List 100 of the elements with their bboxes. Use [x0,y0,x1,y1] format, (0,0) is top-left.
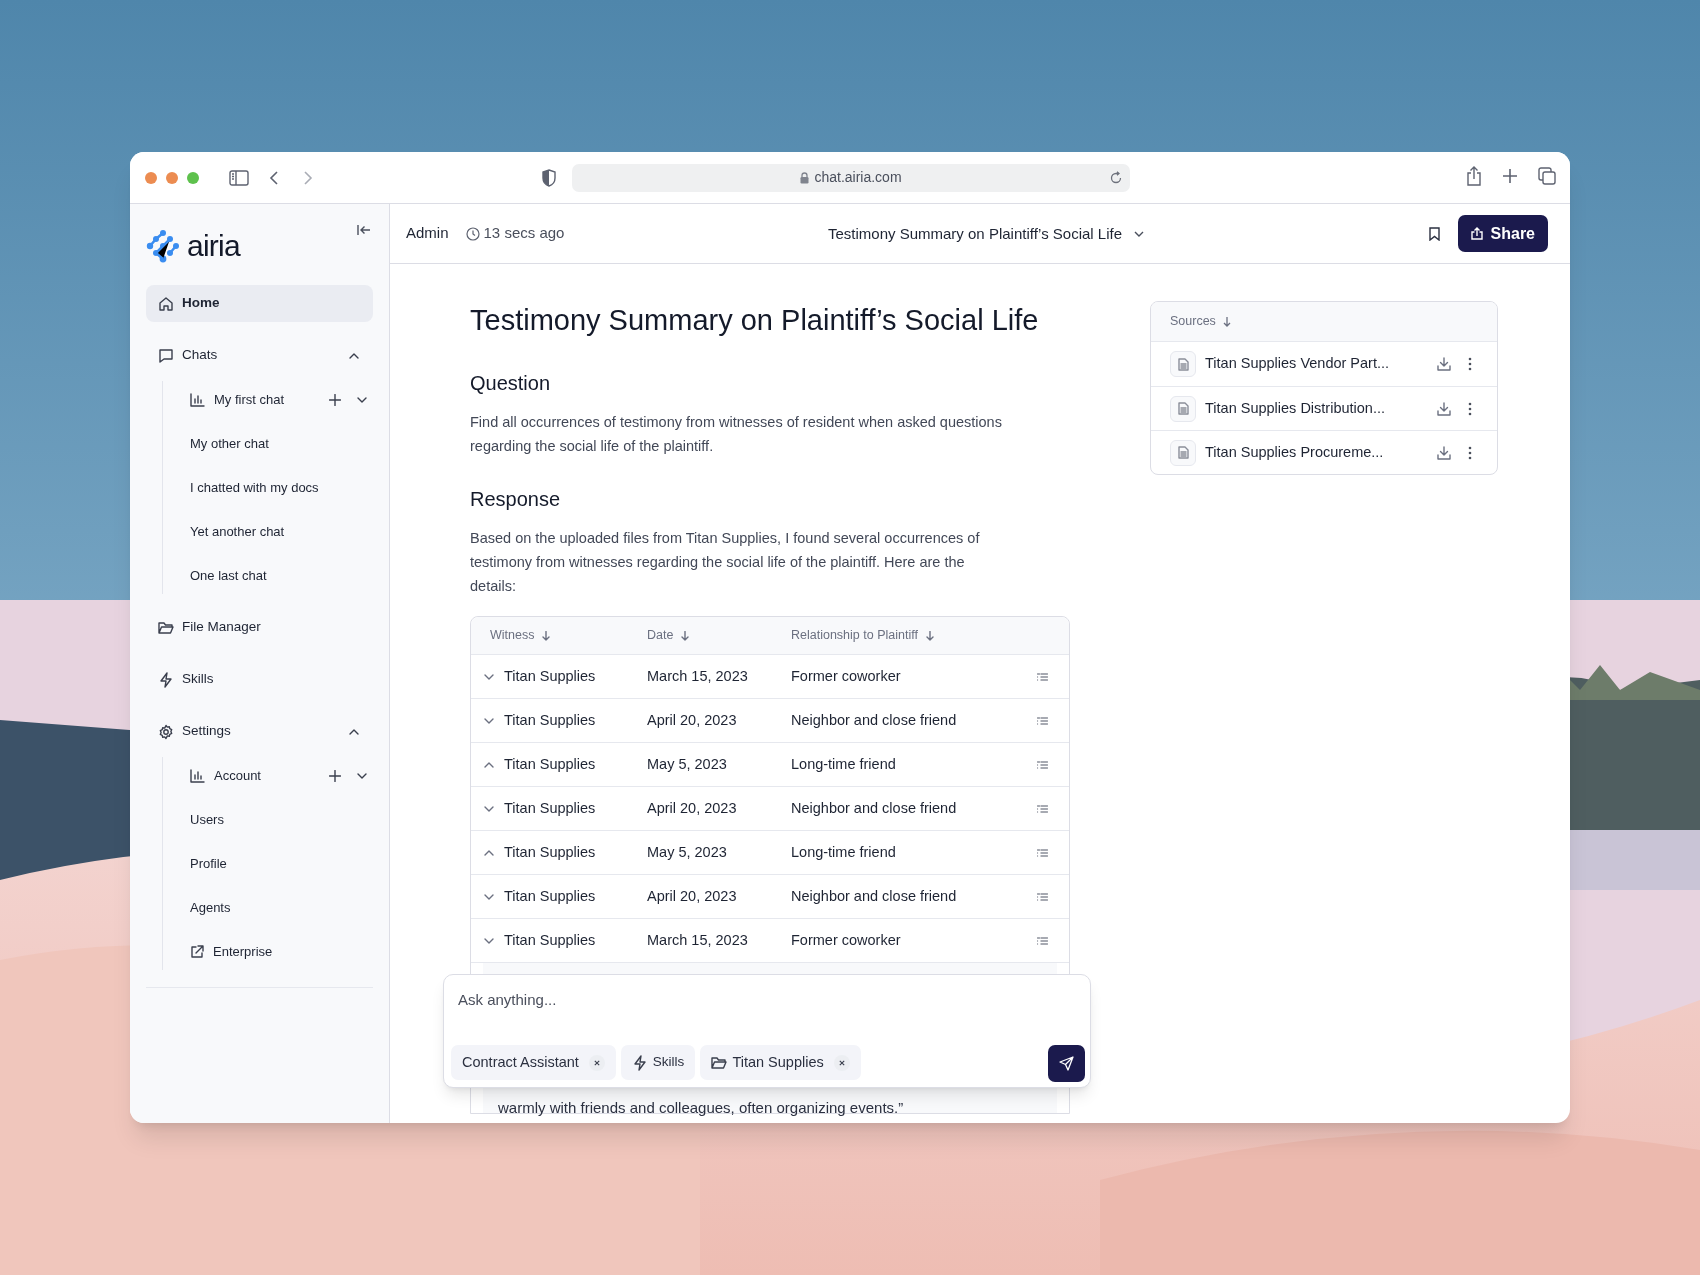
lightning-icon [158,671,174,688]
quote-text: warmly with friends and colleagues, often organizing events.” [498,1098,905,1118]
lock-icon [800,171,810,184]
plus-icon[interactable] [329,393,341,406]
share-button[interactable]: Share [1457,215,1548,252]
new-tab-icon[interactable] [1502,168,1518,184]
chevron-down-icon[interactable] [484,805,494,812]
nav-item[interactable]: Home [146,285,373,322]
plus-icon[interactable] [329,769,341,782]
document-icon [1170,439,1196,466]
bookmark-icon[interactable] [1429,227,1440,241]
bar-chart-icon [190,392,205,407]
chevron-down-icon[interactable] [357,396,367,403]
nav-item[interactable]: Skills [146,661,373,698]
nav-subitem[interactable]: Agents [175,889,373,926]
chevron-up-icon[interactable] [484,849,494,856]
download-icon[interactable] [1437,357,1451,371]
chat-title-dropdown[interactable]: Testimony Summary on Plaintiff’s Social Life [828,223,1144,246]
more-options-icon[interactable] [1468,401,1472,416]
table-cell-text: Titan Supplies [504,886,596,906]
nav-subitem[interactable]: Profile [175,845,373,882]
shield-icon[interactable] [541,168,557,187]
nav-subitem[interactable]: Account [175,757,373,794]
table-cell-text: Former coworker [791,666,902,686]
folder-icon [158,620,174,635]
table-cell-text: May 5, 2023 [647,754,728,774]
column-header[interactable]: Sources [1170,312,1216,331]
nav-subitem[interactable]: Enterprise [175,933,373,970]
reload-icon[interactable] [1110,171,1122,184]
table-cell-text: Neighbor and close friend [791,886,958,906]
share-icon[interactable] [1466,166,1482,186]
send-button[interactable] [1048,1045,1085,1082]
chevron-up-icon[interactable] [349,728,359,735]
table-cell-text: Titan Supplies [504,710,596,730]
lightning-icon [631,1054,648,1071]
chat-bubble-icon [158,347,174,364]
table-cell-text: Long-time friend [791,842,897,862]
chevron-down-icon[interactable] [357,772,367,779]
nav-subitem[interactable]: I chatted with my docs [175,469,373,506]
chevron-down-icon [1134,231,1144,238]
sort-arrow-icon[interactable] [542,630,551,641]
nav-item[interactable]: File Manager [146,609,373,646]
nav-item[interactable]: Settings [146,713,373,750]
back-icon[interactable] [269,169,279,186]
source-item[interactable]: Titan Supplies Vendor Part... [1151,342,1497,386]
table-cell-text: Titan Supplies [504,666,596,686]
table-cell-text: Titan Supplies [504,754,596,774]
download-icon[interactable] [1437,401,1451,416]
tabs-overview-icon[interactable] [1538,167,1556,185]
settings-icon [158,723,174,740]
table-cell-text: Long-time friend [791,754,897,774]
chip[interactable]: Titan Supplies [700,1045,861,1080]
message-input[interactable]: Ask anything... [458,989,1058,1011]
paragraph: Based on the uploaded files from Titan Supplies, I found several occurrences of testimony from witnesses regarding the social life of the plaintiff. Here are the details: [470,529,981,596]
column-header[interactable]: Witness [490,626,535,645]
nav-subitem[interactable]: One last chat [175,557,373,594]
table-cell-text: Neighbor and close friend [791,710,958,730]
sidebar-toggle-icon[interactable] [229,169,249,186]
remove-icon[interactable] [588,1054,605,1071]
chevron-down-icon[interactable] [484,893,494,900]
upload-icon [1470,227,1483,240]
document-title: Testimony Summary on Plaintiff’s Social Life [470,303,1040,338]
source-item[interactable]: Titan Supplies Procureme... [1151,430,1497,474]
logo-icon [146,228,180,263]
chip[interactable]: Skills [620,1045,696,1080]
nav-subitem[interactable]: My first chat [175,381,373,418]
table-cell-text: April 20, 2023 [647,798,738,818]
address-bar[interactable]: chat.airia.com [572,163,1130,192]
more-options-icon[interactable] [1468,445,1472,460]
remove-icon[interactable] [833,1054,850,1071]
table-cell-text: Titan Supplies [504,798,596,818]
more-options-icon[interactable] [1468,357,1472,371]
send-icon [1059,1056,1074,1071]
chevron-up-icon[interactable] [349,352,359,359]
nav-subitem[interactable]: Users [175,801,373,838]
download-icon[interactable] [1437,445,1451,460]
table-cell-text: April 20, 2023 [647,710,738,730]
column-header[interactable]: Date [647,626,674,645]
table-cell-text: Titan Supplies [504,930,596,950]
chevron-down-icon[interactable] [484,937,494,944]
column-header[interactable]: Relationship to Plaintiff [791,626,918,645]
sort-arrow-icon[interactable] [681,630,690,641]
table-cell-text: May 5, 2023 [647,842,728,862]
chevron-down-icon[interactable] [484,673,494,680]
nav-subitem[interactable]: My other chat [175,425,373,462]
nav-subitem[interactable]: Yet another chat [175,513,373,550]
collapse-sidebar-icon[interactable] [357,224,371,236]
sort-arrow-icon[interactable] [1222,316,1231,327]
table-cell-text: Neighbor and close friend [791,798,958,818]
chevron-up-icon[interactable] [484,761,494,768]
document-icon [1170,395,1196,422]
folder-icon [711,1055,728,1070]
source-item[interactable]: Titan Supplies Distribution... [1151,386,1497,430]
timestamp: 13 secs ago [483,223,565,244]
nav-item[interactable]: Chats [146,337,373,374]
table-cell-text: Titan Supplies [504,842,596,862]
section-heading: Question [470,371,552,396]
chip[interactable]: Contract Assistant [451,1045,616,1080]
chevron-down-icon[interactable] [484,717,494,724]
sort-arrow-icon[interactable] [925,630,934,641]
